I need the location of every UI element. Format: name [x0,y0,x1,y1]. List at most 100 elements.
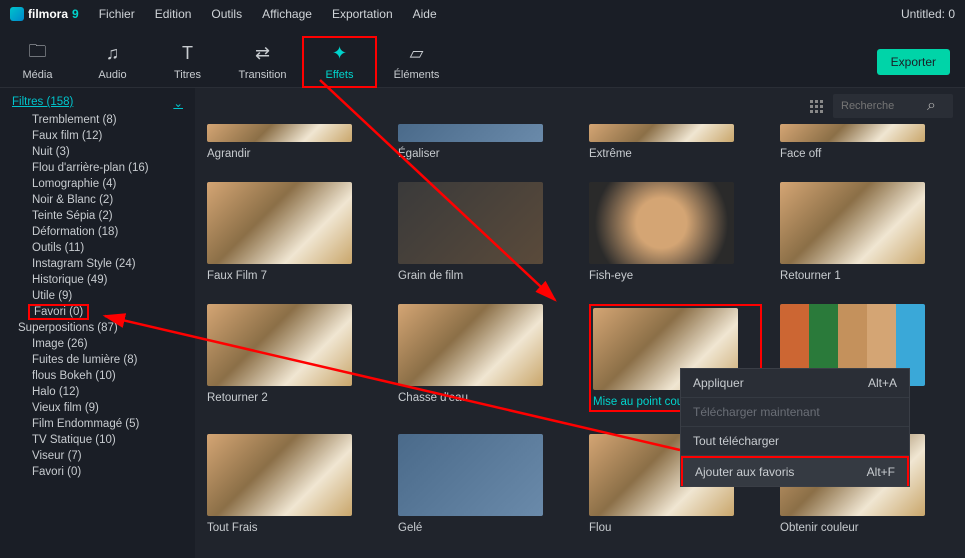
effect-card[interactable]: Faux Film 7 [207,182,380,282]
sidebar-item-vieuxfilm[interactable]: Vieux film (9) [0,400,195,416]
effect-card[interactable]: Gelé [398,434,571,534]
effect-card[interactable]: Grain de film [398,182,571,282]
ctx-label: Appliquer [693,376,744,390]
menu-view[interactable]: Affichage [262,7,312,21]
menu-help[interactable]: Aide [413,7,437,21]
effect-card[interactable]: Retourner 1 [780,182,953,282]
search-box[interactable]: ⌕ [833,94,953,118]
ctx-download-all[interactable]: Tout télécharger [681,427,909,456]
app-version: 9 [72,7,79,21]
menu-tools[interactable]: Outils [211,7,242,21]
ctx-download-now: Télécharger maintenant [681,398,909,427]
tool-label: Titres [174,69,201,81]
effect-label: Égaliser [398,148,571,160]
menu-file[interactable]: Fichier [99,7,135,21]
effect-thumb [398,182,543,264]
effect-thumb [589,124,734,142]
tool-label: Effets [326,69,354,81]
effect-card[interactable]: Tout Frais [207,434,380,534]
sidebar-item-bokeh[interactable]: flous Bokeh (10) [0,368,195,384]
sidebar-item-tvstatique[interactable]: TV Statique (10) [0,432,195,448]
effect-thumb [780,182,925,264]
export-button[interactable]: Exporter [877,49,950,75]
folder-icon: 🗀 [29,43,47,65]
app-name: filmora [28,7,68,21]
main-area: Filtres (158) ⌄ Tremblement (8) Faux fil… [0,88,965,558]
sidebar-item-noirblanc[interactable]: Noir & Blanc (2) [0,192,195,208]
effect-card[interactable]: Égaliser [398,124,571,160]
tool-media[interactable]: 🗀 Média [0,36,75,88]
ctx-shortcut: Alt+F [867,465,895,479]
sidebar-item-sepia[interactable]: Teinte Sépia (2) [0,208,195,224]
effect-label: Fish-eye [589,270,762,282]
tool-label: Média [23,69,53,81]
tool-label: Audio [98,69,126,81]
effect-label: Retourner 2 [207,392,380,404]
sidebar-header-superpositions[interactable]: Superpositions (87) [0,320,195,336]
effect-thumb [398,434,543,516]
menu-export[interactable]: Exportation [332,7,393,21]
effect-label: Faux Film 7 [207,270,380,282]
tool-label: Transition [239,69,287,81]
effect-label: Flou [589,522,762,534]
effect-label: Chasse d'eau [398,392,571,404]
sidebar-header-filters[interactable]: Filtres (158) ⌄ [0,94,195,112]
effect-label: Grain de film [398,270,571,282]
effect-card[interactable]: Fish-eye [589,182,762,282]
transition-icon: ⇄ [255,43,270,65]
effect-card[interactable]: Chasse d'eau [398,304,571,412]
sidebar-item-tremblement[interactable]: Tremblement (8) [0,112,195,128]
sidebar-item-lomo[interactable]: Lomographie (4) [0,176,195,192]
effect-card[interactable]: Retourner 2 [207,304,380,412]
sidebar-item-outils[interactable]: Outils (11) [0,240,195,256]
sidebar-item-fuites[interactable]: Fuites de lumière (8) [0,352,195,368]
sidebar-item-viseur[interactable]: Viseur (7) [0,448,195,464]
sidebar-item-fauxfilm[interactable]: Faux film (12) [0,128,195,144]
sidebar-item-instagram[interactable]: Instagram Style (24) [0,256,195,272]
sidebar-item-endommage[interactable]: Film Endommagé (5) [0,416,195,432]
sidebar-item-historique[interactable]: Historique (49) [0,272,195,288]
effect-thumb [207,124,352,142]
sidebar-item-utile[interactable]: Utile (9) [0,288,195,304]
tool-transition[interactable]: ⇄ Transition [225,36,300,88]
logo-icon [10,7,24,21]
sidebar-item-favori[interactable]: Favori (0) [28,304,89,320]
music-icon: ♫ [106,43,120,65]
chevron-down-icon: ⌄ [173,96,183,110]
effect-card[interactable]: Face off [780,124,953,160]
content-header: ⌕ [207,96,953,116]
tool-effects[interactable]: ✦ Effets [302,36,377,88]
effect-label: Gelé [398,522,571,534]
effect-card[interactable]: Extrême [589,124,762,160]
sidebar: Filtres (158) ⌄ Tremblement (8) Faux fil… [0,88,195,558]
menubar: filmora 9 Fichier Edition Outils Affichag… [0,0,965,28]
effect-card[interactable]: Agrandir [207,124,380,160]
ctx-shortcut: Alt+A [868,376,897,390]
effect-label: Retourner 1 [780,270,953,282]
effect-label: Obtenir couleur [780,522,953,534]
sidebar-item-deformation[interactable]: Déformation (18) [0,224,195,240]
effect-thumb [207,182,352,264]
tool-elements[interactable]: ▱ Éléments [379,36,454,88]
image-icon: ▱ [410,43,424,65]
menu-edit[interactable]: Edition [155,7,192,21]
ctx-apply[interactable]: Appliquer Alt+A [681,369,909,398]
tool-audio[interactable]: ♫ Audio [75,36,150,88]
sidebar-item-nuit[interactable]: Nuit (3) [0,144,195,160]
ctx-label: Télécharger maintenant [693,405,820,419]
effect-label: Agrandir [207,148,380,160]
effect-thumb [398,304,543,386]
ctx-add-favorites[interactable]: Ajouter aux favoris Alt+F [681,456,909,486]
effect-thumb [207,434,352,516]
sidebar-item-favori2[interactable]: Favori (0) [0,464,195,480]
sidebar-item-halo[interactable]: Halo (12) [0,384,195,400]
effect-thumb [589,182,734,264]
tool-label: Éléments [394,69,440,81]
search-input[interactable] [841,100,921,112]
tool-titles[interactable]: T Titres [150,36,225,88]
grid-view-icon[interactable] [810,100,823,113]
effect-label: Face off [780,148,953,160]
sidebar-item-image[interactable]: Image (26) [0,336,195,352]
sidebar-item-flou[interactable]: Flou d'arrière-plan (16) [0,160,195,176]
search-icon[interactable]: ⌕ [927,97,936,115]
